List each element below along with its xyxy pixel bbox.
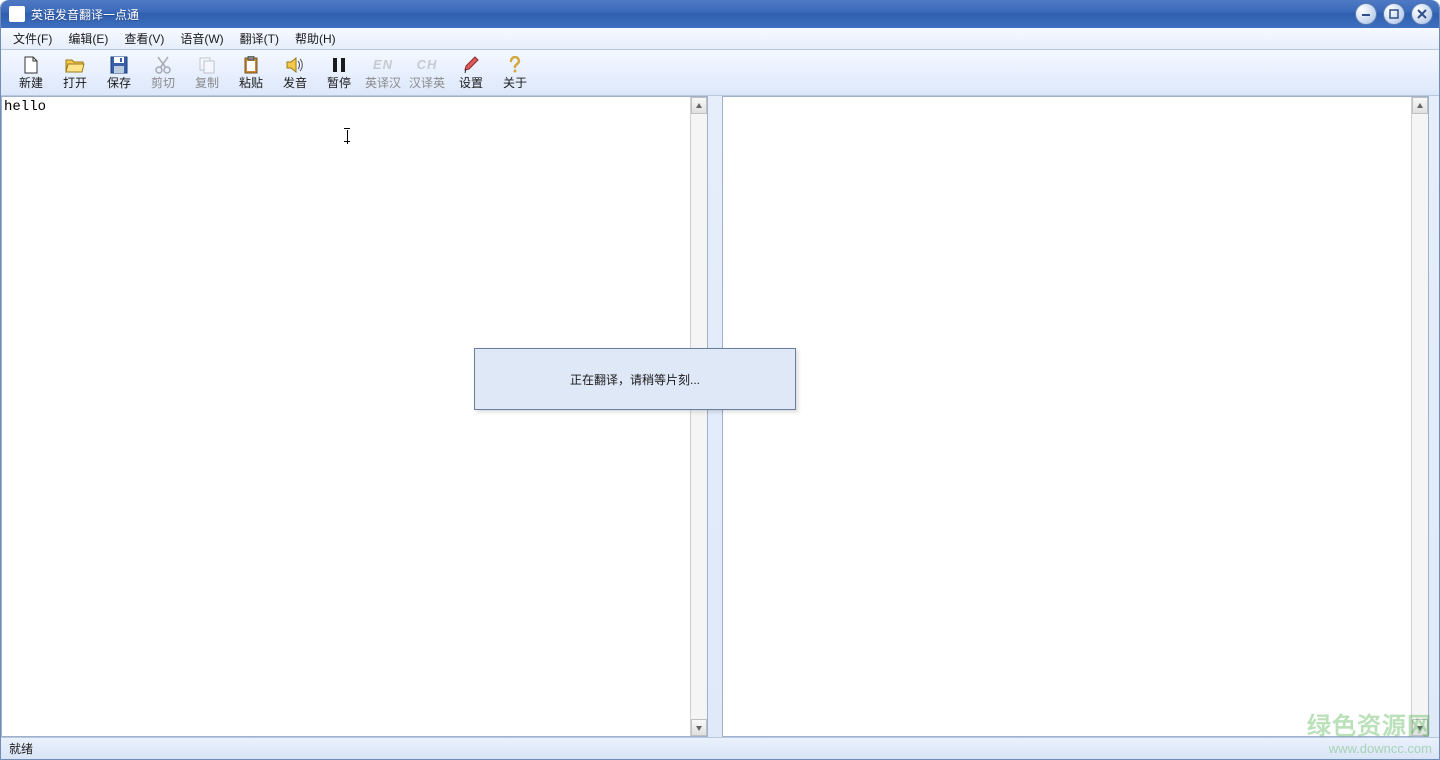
window-controls — [1355, 3, 1433, 25]
minimize-button[interactable] — [1355, 3, 1377, 25]
tool-pause-label: 暂停 — [327, 76, 351, 90]
title-bar[interactable]: 英语发音翻译一点通 — [1, 0, 1439, 28]
scroll-up-button[interactable] — [1412, 97, 1428, 114]
scroll-track[interactable] — [691, 114, 707, 719]
tool-settings[interactable]: 设置 — [449, 52, 493, 93]
status-text: 就绪 — [9, 740, 33, 757]
tool-cn-to-en[interactable]: CH 汉译英 — [405, 52, 449, 93]
window-title: 英语发音翻译一点通 — [31, 6, 1355, 23]
tool-new-label: 新建 — [19, 76, 43, 90]
tool-new[interactable]: 新建 — [9, 52, 53, 93]
menu-file[interactable]: 文件(F) — [5, 28, 60, 49]
tool-pause[interactable]: 暂停 — [317, 52, 361, 93]
tool-settings-label: 设置 — [459, 76, 483, 90]
output-scrollbar[interactable] — [1411, 97, 1428, 736]
close-button[interactable] — [1411, 3, 1433, 25]
tool-open[interactable]: 打开 — [53, 52, 97, 93]
tool-copy[interactable]: 复制 — [185, 52, 229, 93]
open-folder-icon — [65, 56, 85, 74]
tool-about[interactable]: 关于 — [493, 52, 537, 93]
tool-save-label: 保存 — [107, 76, 131, 90]
speaker-icon — [285, 56, 305, 74]
copy-icon — [197, 56, 217, 74]
en-text-icon: EN — [373, 56, 393, 74]
output-pane[interactable] — [722, 96, 1429, 737]
menu-help[interactable]: 帮助(H) — [287, 28, 344, 49]
cut-scissors-icon — [153, 56, 173, 74]
tool-cn2en-label: 汉译英 — [409, 76, 445, 90]
tool-speak[interactable]: 发音 — [273, 52, 317, 93]
paste-clipboard-icon — [241, 56, 261, 74]
tool-paste[interactable]: 粘贴 — [229, 52, 273, 93]
close-icon — [1416, 8, 1428, 20]
tool-cut[interactable]: 剪切 — [141, 52, 185, 93]
tool-save[interactable]: 保存 — [97, 52, 141, 93]
scroll-down-button[interactable] — [691, 719, 707, 736]
tool-cut-label: 剪切 — [151, 76, 175, 90]
maximize-button[interactable] — [1383, 3, 1405, 25]
status-bar: 就绪 — [1, 737, 1439, 759]
menu-edit[interactable]: 编辑(E) — [60, 28, 116, 49]
progress-dialog: 正在翻译，请稍等片刻... — [474, 348, 796, 410]
tool-paste-label: 粘贴 — [239, 76, 263, 90]
tool-about-label: 关于 — [503, 76, 527, 90]
tool-copy-label: 复制 — [195, 76, 219, 90]
menu-translate[interactable]: 翻译(T) — [232, 28, 287, 49]
input-scrollbar[interactable] — [690, 97, 707, 736]
input-text: hello — [4, 99, 46, 115]
app-icon — [9, 6, 25, 22]
content-area: hello — [1, 96, 1439, 737]
pencil-icon — [461, 56, 481, 74]
minimize-icon — [1360, 8, 1372, 20]
maximize-icon — [1388, 8, 1400, 20]
save-disk-icon — [109, 56, 129, 74]
tool-speak-label: 发音 — [283, 76, 307, 90]
question-icon — [505, 56, 525, 74]
toolbar: 新建 打开 保存 剪切 复制 粘贴 发音 暂停 — [1, 50, 1439, 96]
new-file-icon — [21, 56, 41, 74]
tool-en2cn-label: 英译汉 — [365, 76, 401, 90]
cn-text-icon: CH — [417, 56, 437, 74]
dialog-message: 正在翻译，请稍等片刻... — [570, 371, 700, 388]
scroll-up-button[interactable] — [691, 97, 707, 114]
scroll-down-button[interactable] — [1412, 719, 1428, 736]
menu-voice[interactable]: 语音(W) — [172, 28, 231, 49]
input-pane[interactable]: hello — [1, 96, 708, 737]
menu-view[interactable]: 查看(V) — [116, 28, 172, 49]
tool-en-to-cn[interactable]: EN 英译汉 — [361, 52, 405, 93]
menu-bar: 文件(F) 编辑(E) 查看(V) 语音(W) 翻译(T) 帮助(H) — [1, 28, 1439, 50]
tool-open-label: 打开 — [63, 76, 87, 90]
scroll-track[interactable] — [1412, 114, 1428, 719]
pause-icon — [329, 56, 349, 74]
